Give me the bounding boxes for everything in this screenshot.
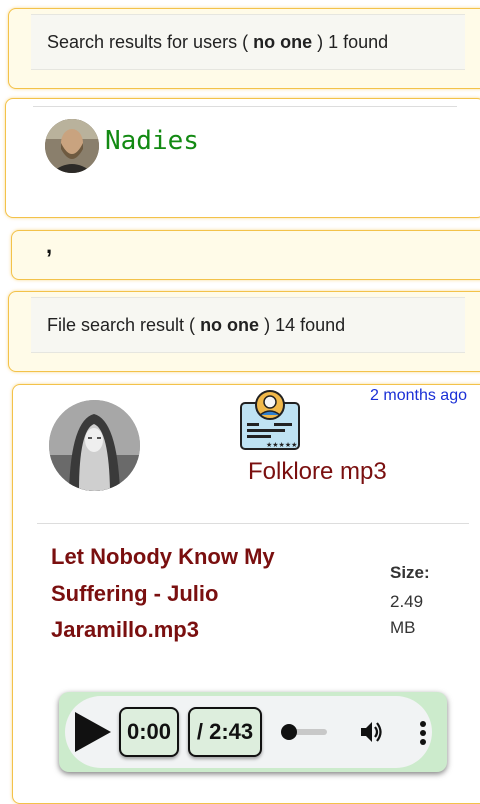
divider: [37, 523, 469, 524]
upload-timestamp: 2 months ago: [370, 387, 467, 404]
user-name-link[interactable]: Nadies: [105, 126, 199, 156]
stray-mark: ,: [46, 233, 53, 258]
file-title-link[interactable]: Let Nobody Know My Suffering - Julio Jar…: [51, 539, 321, 649]
file-result-card: ★★★★★ 2 months ago Folklore mp3 Let Nobo…: [12, 384, 480, 804]
hooded-figure-icon: [49, 400, 140, 491]
seek-thumb[interactable]: [281, 724, 297, 740]
volume-button[interactable]: [360, 720, 386, 744]
file-size-value: 2.49 MB: [390, 592, 424, 637]
user-search-card: Search results for users ( no one ) 1 fo…: [8, 8, 480, 89]
file-search-card: File search result ( no one ) 14 found: [8, 291, 480, 372]
category-link[interactable]: Folklore mp3: [248, 458, 387, 486]
more-options-button[interactable]: [419, 720, 427, 746]
user-avatar[interactable]: [45, 119, 99, 173]
user-search-prefix: Search results for users (: [47, 32, 249, 52]
file-search-count: ) 14 found: [264, 315, 346, 335]
profile-card-icon: ★★★★★: [240, 390, 300, 450]
volume-icon: [361, 722, 382, 742]
divider: [33, 106, 457, 107]
play-icon: [75, 712, 111, 752]
user-photo-icon: [45, 119, 99, 173]
user-search-count: ) 1 found: [317, 32, 389, 52]
current-time: 0:00: [119, 707, 179, 757]
file-search-prefix: File search result (: [47, 315, 196, 335]
file-size-label: Size:: [390, 563, 430, 582]
file-search-query: no one: [200, 315, 260, 335]
svg-text:★★★★★: ★★★★★: [266, 441, 297, 449]
category-icon: ★★★★★: [240, 389, 302, 451]
seek-slider[interactable]: [281, 724, 327, 740]
uploader-avatar[interactable]: [49, 400, 140, 491]
more-vertical-icon: [420, 721, 426, 745]
audio-player[interactable]: 0:00 / 2:43: [59, 692, 447, 772]
user-result-card[interactable]: Nadies: [5, 98, 480, 218]
play-button[interactable]: [73, 712, 113, 752]
file-search-summary: File search result ( no one ) 14 found: [31, 297, 465, 353]
user-search-query: no one: [253, 32, 313, 52]
empty-card: ,: [11, 230, 480, 280]
user-search-summary: Search results for users ( no one ) 1 fo…: [31, 14, 465, 70]
duration: / 2:43: [188, 707, 262, 757]
